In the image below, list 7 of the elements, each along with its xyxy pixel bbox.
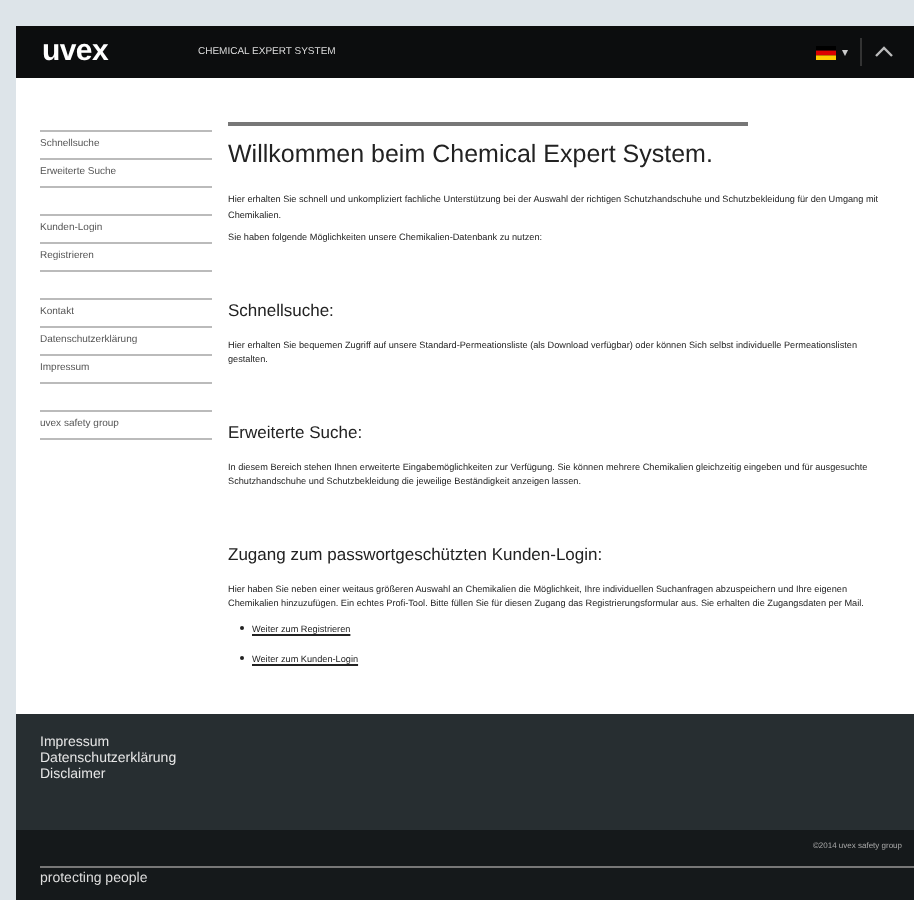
section-heading: Schnellsuche: (228, 299, 336, 319)
flag-icon[interactable] (816, 45, 836, 59)
uvex-logo[interactable]: uvex (42, 36, 134, 68)
page-heading: Willkommen beim Chemical Expert System. (228, 140, 715, 168)
section-heading: Zugang zum passwortgeschützten Kunden-Login: (228, 543, 605, 563)
section-heading: Erweiterte Suche: (228, 421, 365, 441)
chevron-up-icon[interactable] (874, 44, 894, 60)
